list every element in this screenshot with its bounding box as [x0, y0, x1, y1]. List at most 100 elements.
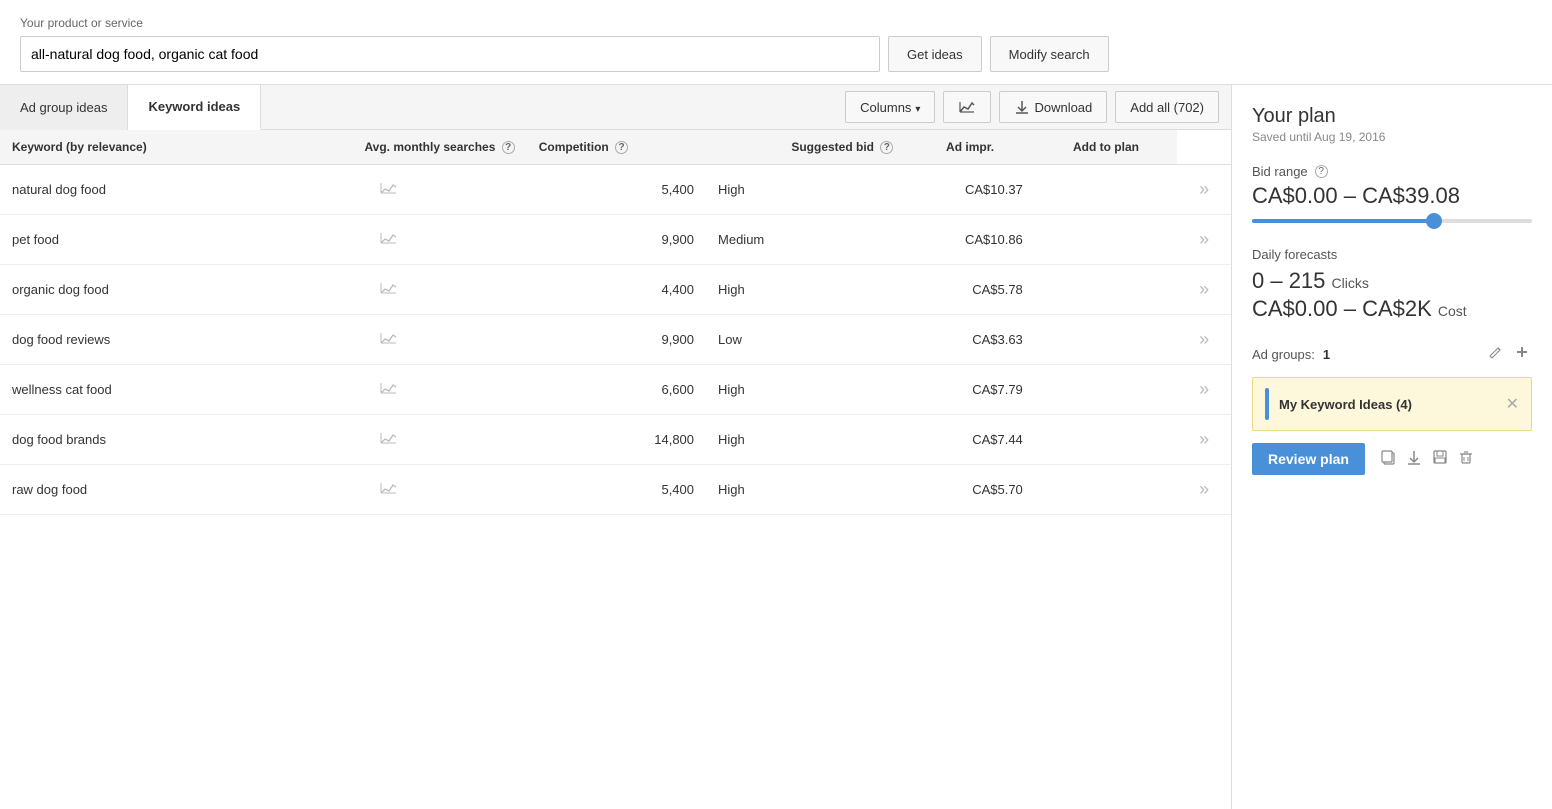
download-plan-icon — [1405, 448, 1423, 466]
ad-groups-actions — [1486, 342, 1532, 367]
add-to-plan-chevron[interactable]: » — [1199, 229, 1209, 249]
cell-suggested-bid: CA$7.79 — [905, 365, 1034, 415]
add-to-plan-chevron[interactable]: » — [1199, 279, 1209, 299]
col-avg-monthly: Avg. monthly searches ? — [251, 130, 527, 165]
cell-add-to-plan[interactable]: » — [1177, 415, 1231, 465]
cell-keyword: raw dog food — [0, 465, 251, 515]
copy-plan-button[interactable] — [1379, 448, 1397, 471]
keyword-group-bar — [1265, 388, 1269, 420]
modify-search-button[interactable]: Modify search — [990, 36, 1109, 72]
cell-suggested-bid: CA$5.78 — [905, 265, 1034, 315]
cell-avg-monthly: 4,400 — [527, 265, 706, 315]
cell-chart-icon[interactable] — [251, 415, 527, 465]
forecast-cost: CA$0.00 – CA$2K Cost — [1252, 296, 1532, 322]
cell-add-to-plan[interactable]: » — [1177, 315, 1231, 365]
cell-ad-impr — [1035, 215, 1177, 265]
cell-add-to-plan[interactable]: » — [1177, 165, 1231, 215]
add-to-plan-chevron[interactable]: » — [1199, 479, 1209, 499]
add-to-plan-chevron[interactable]: » — [1199, 329, 1209, 349]
cell-suggested-bid: CA$10.37 — [905, 165, 1034, 215]
trend-icon — [380, 481, 398, 495]
add-ad-group-button[interactable] — [1512, 342, 1532, 367]
chart-icon — [958, 98, 976, 116]
tab-ad-group-ideas[interactable]: Ad group ideas — [0, 85, 128, 130]
search-input[interactable] — [20, 36, 880, 72]
cell-add-to-plan[interactable]: » — [1177, 215, 1231, 265]
trend-icon — [380, 181, 398, 195]
forecast-clicks: 0 – 215 Clicks — [1252, 268, 1532, 294]
chevron-down-icon — [915, 100, 920, 115]
cell-suggested-bid: CA$10.86 — [905, 215, 1034, 265]
cell-suggested-bid: CA$5.70 — [905, 465, 1034, 515]
download-plan-button[interactable] — [1405, 448, 1423, 471]
cell-chart-icon[interactable] — [251, 365, 527, 415]
ad-groups-label: Ad groups: — [1252, 347, 1315, 362]
cell-competition: High — [706, 415, 905, 465]
save-plan-button[interactable] — [1431, 448, 1449, 471]
cell-keyword: organic dog food — [0, 265, 251, 315]
cell-add-to-plan[interactable]: » — [1177, 365, 1231, 415]
trash-icon — [1457, 448, 1475, 466]
plan-action-icons — [1379, 448, 1475, 471]
cell-competition: Low — [706, 315, 905, 365]
cell-keyword: pet food — [0, 215, 251, 265]
avg-monthly-help[interactable]: ? — [502, 141, 515, 154]
delete-plan-button[interactable] — [1457, 448, 1475, 471]
add-all-button[interactable]: Add all (702) — [1115, 91, 1219, 123]
cell-keyword: dog food reviews — [0, 315, 251, 365]
cell-add-to-plan[interactable]: » — [1177, 265, 1231, 315]
chart-view-button[interactable] — [943, 91, 991, 123]
trend-icon — [380, 381, 398, 395]
cell-chart-icon[interactable] — [251, 215, 527, 265]
get-ideas-button[interactable]: Get ideas — [888, 36, 982, 72]
cell-chart-icon[interactable] — [251, 265, 527, 315]
edit-ad-group-button[interactable] — [1486, 342, 1506, 367]
cell-ad-impr — [1035, 415, 1177, 465]
download-label: Download — [1034, 100, 1092, 115]
columns-label: Columns — [860, 100, 911, 115]
competition-help[interactable]: ? — [615, 141, 628, 154]
cell-keyword: dog food brands — [0, 415, 251, 465]
cell-competition: High — [706, 465, 905, 515]
ad-groups-row: Ad groups: 1 — [1252, 342, 1532, 367]
tab-keyword-ideas[interactable]: Keyword ideas — [128, 85, 261, 130]
table-row: raw dog food 5,400 High CA$5.70 » — [0, 465, 1231, 515]
cell-chart-icon[interactable] — [251, 315, 527, 365]
tabs-toolbar: Ad group ideas Keyword ideas Columns — [0, 85, 1231, 130]
suggested-bid-help[interactable]: ? — [880, 141, 893, 154]
cell-avg-monthly: 5,400 — [527, 165, 706, 215]
save-icon — [1431, 448, 1449, 466]
slider-thumb[interactable] — [1426, 213, 1442, 229]
cell-ad-impr — [1035, 365, 1177, 415]
bid-range-help[interactable]: ? — [1315, 165, 1328, 178]
pencil-icon — [1488, 344, 1504, 360]
close-keyword-group-button[interactable]: ✕ — [1506, 394, 1519, 414]
download-button[interactable]: Download — [999, 91, 1107, 123]
add-to-plan-chevron[interactable]: » — [1199, 429, 1209, 449]
columns-button[interactable]: Columns — [845, 91, 935, 123]
add-to-plan-chevron[interactable]: » — [1199, 179, 1209, 199]
cell-keyword: natural dog food — [0, 165, 251, 215]
table-row: natural dog food 5,400 High CA$10.37 » — [0, 165, 1231, 215]
add-to-plan-chevron[interactable]: » — [1199, 379, 1209, 399]
daily-forecasts-label: Daily forecasts — [1252, 247, 1532, 262]
cell-competition: High — [706, 165, 905, 215]
cell-keyword: wellness cat food — [0, 365, 251, 415]
keywords-table: Keyword (by relevance) Avg. monthly sear… — [0, 130, 1231, 515]
cell-avg-monthly: 9,900 — [527, 215, 706, 265]
cell-add-to-plan[interactable]: » — [1177, 465, 1231, 515]
review-plan-button[interactable]: Review plan — [1252, 443, 1365, 475]
cell-chart-icon[interactable] — [251, 165, 527, 215]
cell-competition: High — [706, 365, 905, 415]
cell-ad-impr — [1035, 265, 1177, 315]
bid-range-slider[interactable] — [1252, 219, 1532, 223]
clicks-suffix: Clicks — [1332, 275, 1369, 291]
trend-icon — [380, 281, 398, 295]
keyword-group: My Keyword Ideas (4) ✕ — [1252, 377, 1532, 431]
cell-chart-icon[interactable] — [251, 465, 527, 515]
plus-icon — [1514, 344, 1530, 360]
download-icon — [1014, 99, 1030, 115]
cell-avg-monthly: 6,600 — [527, 365, 706, 415]
plan-title: Your plan — [1252, 105, 1532, 128]
col-competition: Competition ? — [527, 130, 706, 165]
